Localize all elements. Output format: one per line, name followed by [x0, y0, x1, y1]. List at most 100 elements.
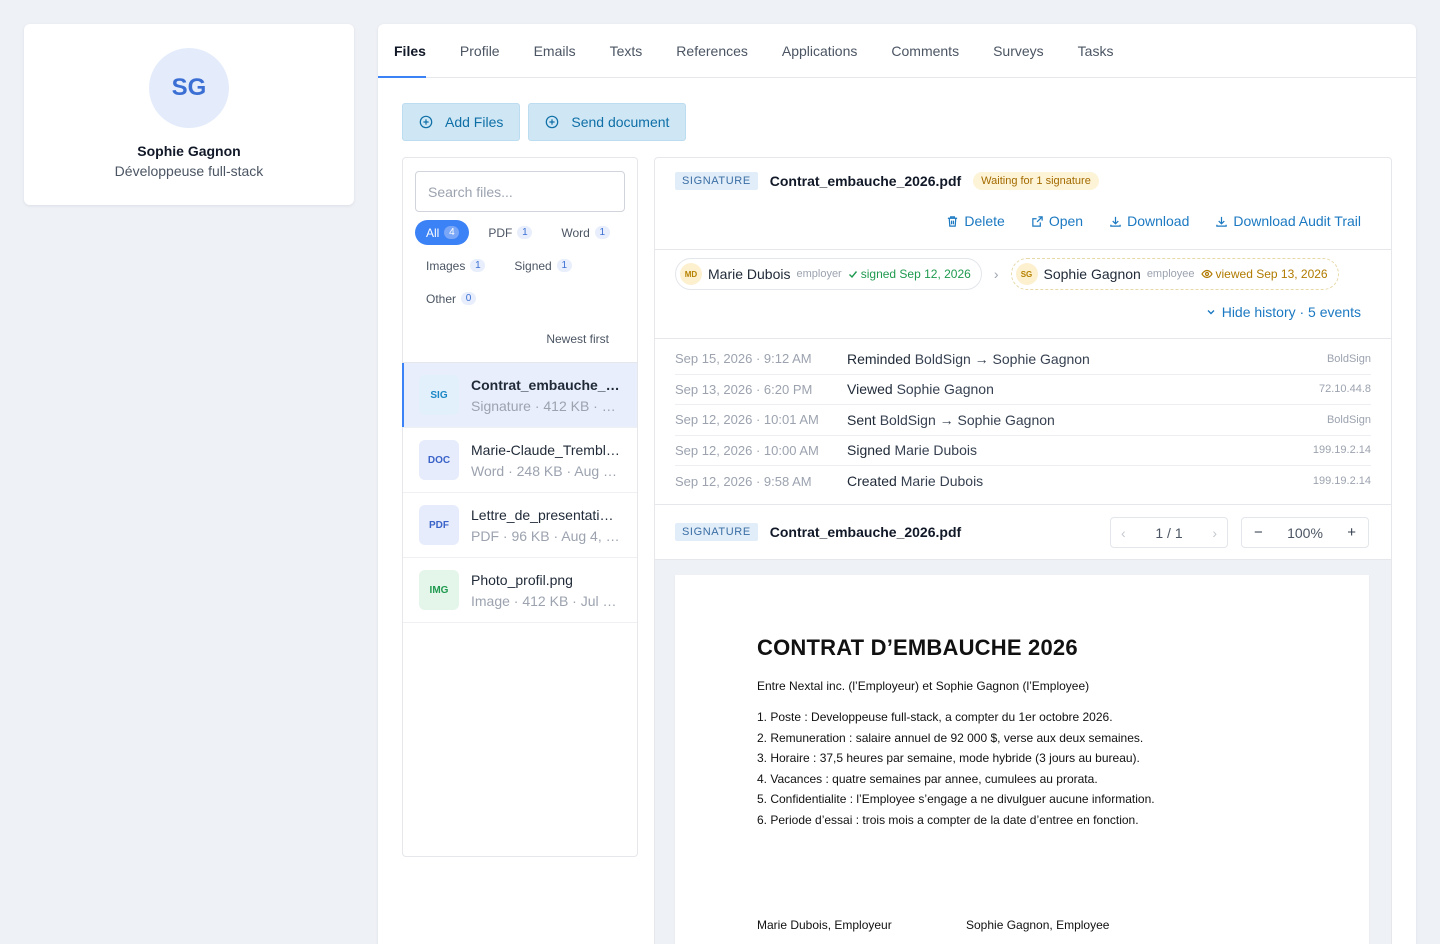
image-file-icon: IMG [419, 570, 459, 610]
tab-emails[interactable]: Emails [517, 24, 593, 77]
history-source: 72.10.44.8 [1319, 383, 1371, 396]
filter-images[interactable]: Images 1 [415, 253, 495, 278]
signer-role: employer [796, 268, 842, 280]
history-who: BoldSign → Sophie Gagnon [914, 350, 1090, 367]
history-time: Sep 12, 2026 · 9:58 AM [675, 473, 812, 489]
previous-page-button[interactable]: ‹ [1121, 525, 1126, 541]
signer-name: Marie Dubois [708, 266, 791, 282]
tab-files[interactable]: Files [378, 24, 443, 78]
filter-label: Images [426, 258, 466, 273]
file-name: Lettre_de_presentation.pdf [471, 506, 621, 523]
file-filters: All 4 PDF 1 Word 1 Images 1 Signed 1 Other 0 [403, 212, 637, 311]
signer-status-text: signed Sep 12, 2026 [860, 267, 971, 281]
file-row[interactable]: SIG Contrat_embauche_2026.pdf Signature ·… [402, 363, 637, 428]
page-indicator: 1 / 1 [1155, 524, 1183, 541]
history-row: Sep 15, 2026 · 9:12 AM Reminded BoldSign… [675, 344, 1371, 375]
file-row[interactable]: IMG Photo_profil.png Image · 412 KB · Jul… [403, 558, 637, 623]
history-row: Sep 12, 2026 · 9:58 AM Created Marie Dub… [675, 466, 1371, 497]
signer-chip: SG Sophie Gagnon employee viewed Sep 13,… [1010, 258, 1339, 290]
history-event: Created Marie Dubois [847, 473, 1313, 489]
history-time: Sep 12, 2026 · 10:01 AM [675, 412, 819, 428]
history-who: Marie Dubois [894, 442, 977, 459]
download-icon [1216, 216, 1228, 227]
divider [655, 504, 1391, 505]
zoom-in-button[interactable]: + [1347, 524, 1356, 541]
add-files-button[interactable]: Add Files [402, 103, 521, 141]
search-files-input[interactable] [428, 183, 612, 200]
zoom-level: 100% [1287, 524, 1323, 541]
tab-texts[interactable]: Texts [593, 24, 660, 77]
tab-comments[interactable]: Comments [874, 24, 976, 77]
history-time: Sep 13, 2026 · 6:20 PM [675, 381, 813, 397]
signer-status: viewed Sep 13, 2026 [1200, 267, 1328, 281]
download-audit-trail-button[interactable]: Download Audit Trail [1215, 213, 1361, 229]
sort-dropdown[interactable]: Newest first [403, 311, 637, 358]
history-action: Reminded [847, 350, 911, 367]
history-row: Sep 12, 2026 · 10:00 AM Signed Marie Dub… [675, 436, 1371, 466]
filter-all[interactable]: All 4 [415, 220, 470, 245]
detail-title: Contrat_embauche_2026.pdf [769, 173, 962, 189]
signer-role: employee [1146, 268, 1195, 280]
divider [655, 338, 1391, 339]
tab-applications[interactable]: Applications [765, 24, 875, 77]
filter-signed[interactable]: Signed 1 [503, 253, 581, 278]
trash-icon [948, 215, 958, 227]
filter-count: 1 [556, 259, 572, 272]
signature-badge: SIGNATURE [675, 523, 758, 541]
zoom-out-button[interactable]: − [1254, 524, 1263, 541]
profile-name: Sophie Gagnon [137, 143, 241, 159]
tab-profile[interactable]: Profile [443, 24, 517, 77]
document-clause: 3. Horaire : 37,5 heures par semaine, mo… [757, 751, 1140, 765]
history-action: Created [847, 473, 897, 490]
tab-surveys[interactable]: Surveys [976, 24, 1061, 77]
filter-word[interactable]: Word 1 [550, 220, 619, 245]
history-event: Viewed Sophie Gagnon [847, 381, 1319, 397]
employer-signature-line: Marie Dubois, Employeur [757, 918, 892, 932]
signers-row: MD Marie Dubois employer signed Sep 12, … [675, 258, 1339, 290]
tab-tasks[interactable]: Tasks [1061, 24, 1131, 77]
document-clause: 4. Vacances : quatre semaines par annee,… [757, 771, 1098, 786]
send-document-label: Send document [571, 114, 670, 130]
signature-badge: SIGNATURE [675, 172, 758, 190]
filter-pdf[interactable]: PDF 1 [477, 220, 542, 245]
history-source: BoldSign [1326, 413, 1371, 426]
filter-count: 1 [517, 226, 533, 239]
pdf-file-icon: PDF [419, 505, 459, 545]
open-button[interactable]: Open [1031, 213, 1083, 229]
chevron-right-icon: › [993, 266, 999, 282]
history-source: BoldSign [1326, 352, 1371, 365]
history-event: Sent BoldSign → Sophie Gagnon [847, 412, 1327, 428]
page-navigator: ‹ 1 / 1 › [1110, 517, 1228, 548]
history-row: Sep 12, 2026 · 10:01 AM Sent BoldSign → … [675, 405, 1371, 436]
delete-button[interactable]: Delete [946, 213, 1005, 229]
document-clause: 1. Poste : Developpeuse full-stack, a co… [757, 710, 1113, 724]
file-meta: Word · 248 KB · Aug 10, 2026 [471, 462, 621, 479]
send-document-button[interactable]: Send document [528, 103, 687, 141]
external-link-icon [1032, 215, 1043, 227]
zoom-control: − 100% + [1241, 517, 1369, 548]
detail-header: SIGNATURE Contrat_embauche_2026.pdf Wait… [675, 172, 1099, 190]
filter-other[interactable]: Other 0 [415, 286, 486, 311]
chevron-down-icon [1207, 310, 1215, 315]
filter-count: 1 [470, 259, 486, 272]
tab-references[interactable]: References [659, 24, 765, 77]
download-button[interactable]: Download [1109, 213, 1189, 229]
plus-circle-icon [546, 115, 559, 129]
check-icon [848, 271, 857, 279]
history-who: BoldSign → Sophie Gagnon [879, 411, 1055, 428]
file-row[interactable]: DOC Marie-Claude_Tremblay_reference.docx… [403, 428, 637, 493]
profile-role: Développeuse full-stack [114, 163, 264, 179]
hide-history-toggle[interactable]: Hide history · 5 events [1206, 304, 1361, 320]
signer-chip: MD Marie Dubois employer signed Sep 12, … [675, 258, 982, 290]
document-clause: 2. Remuneration : salaire annuel de 92 0… [757, 730, 1144, 745]
file-name: Marie-Claude_Tremblay_reference.docx [471, 441, 621, 458]
history-who: Sophie Gagnon [896, 381, 994, 398]
employee-signature-line: Sophie Gagnon, Employee [966, 918, 1110, 932]
file-row[interactable]: PDF Lettre_de_presentation.pdf PDF · 96 K… [403, 493, 637, 558]
next-page-button[interactable]: › [1212, 525, 1217, 541]
filter-count: 1 [594, 226, 610, 239]
history-row: Sep 13, 2026 · 6:20 PM Viewed Sophie Gag… [675, 375, 1371, 405]
main-panel: Files Profile Emails Texts References Ap… [378, 24, 1416, 944]
hide-history-label: Hide history · 5 events [1221, 304, 1361, 320]
history-event: Signed Marie Dubois [847, 442, 1313, 458]
